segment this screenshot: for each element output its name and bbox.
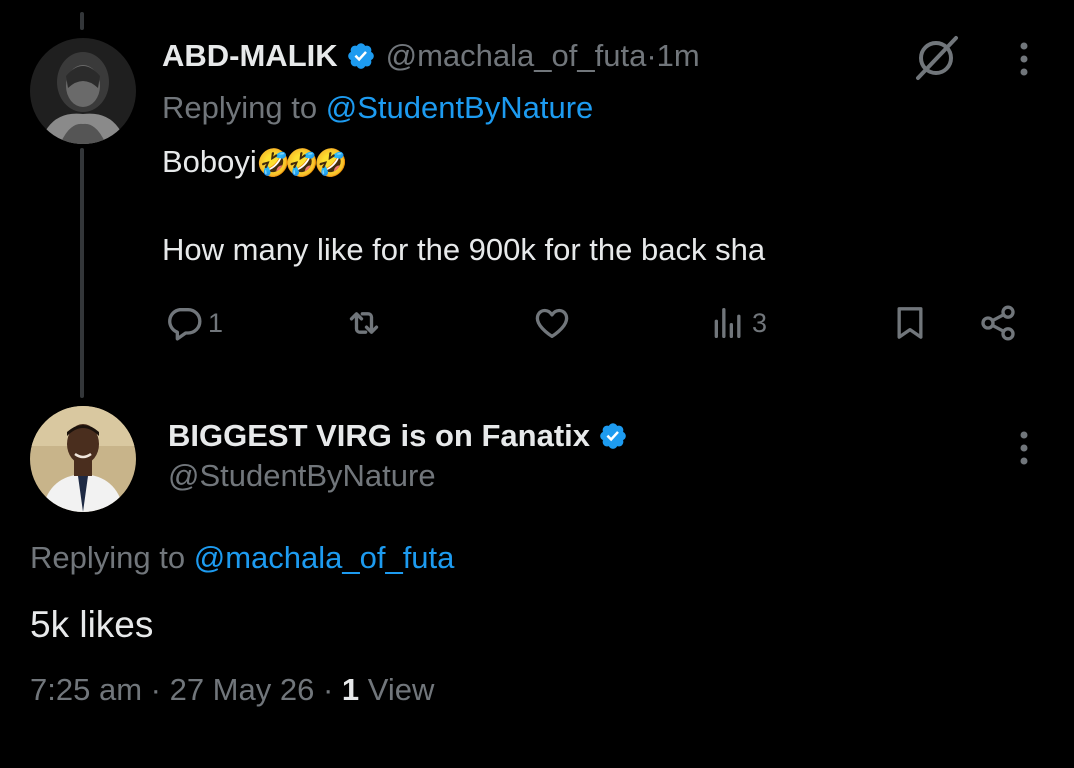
more-options-icon[interactable] <box>1018 430 1030 466</box>
emoji-laughing: 🤣🤣🤣 <box>256 148 348 178</box>
avatar[interactable] <box>30 38 136 144</box>
replying-to-label: Replying to <box>162 90 326 125</box>
replying-to-label: Replying to <box>30 540 194 575</box>
share-icon <box>978 303 1018 343</box>
replying-to: Replying to @StudentByNature <box>162 90 593 126</box>
views-count: 3 <box>752 307 768 338</box>
author-handle[interactable]: @StudentByNature <box>168 458 436 494</box>
tweet-text-line: Boboyi🤣🤣🤣 <box>162 144 348 180</box>
verified-badge-icon <box>346 41 376 71</box>
reply-button[interactable]: 1 <box>164 300 223 346</box>
tweet-text: Boboyi <box>162 144 257 179</box>
tweet-action-bar: 1 3 <box>162 300 1042 346</box>
reply-count: 1 <box>208 307 224 338</box>
grok-icon[interactable] <box>910 34 962 82</box>
views-icon <box>708 303 748 343</box>
tweet-thread: ABD-MALIK @machala_of_futa · 1m Replying… <box>0 0 1074 768</box>
retweet-button[interactable] <box>344 300 388 346</box>
bookmark-icon <box>890 303 930 343</box>
views-count: 1 <box>341 672 360 707</box>
replying-to-handle[interactable]: @StudentByNature <box>326 90 594 125</box>
replying-to: Replying to @machala_of_futa <box>30 540 454 576</box>
bookmark-button[interactable] <box>890 300 930 346</box>
verified-badge-icon <box>598 421 628 451</box>
author-handle[interactable]: @machala_of_futa <box>386 38 647 74</box>
tweet-date[interactable]: 27 May 26 <box>170 672 315 707</box>
reply-tweet-header: ABD-MALIK @machala_of_futa · 1m <box>162 36 700 76</box>
like-button[interactable] <box>532 300 576 346</box>
avatar[interactable] <box>30 406 136 512</box>
replying-to-handle[interactable]: @machala_of_futa <box>194 540 455 575</box>
tweet-meta: 7:25 am · 27 May 26 · 1 View <box>30 672 434 708</box>
share-button[interactable] <box>978 300 1018 346</box>
tweet-time[interactable]: 7:25 am <box>30 672 142 707</box>
retweet-icon <box>344 303 384 343</box>
separator: · <box>314 672 342 707</box>
timestamp[interactable]: 1m <box>657 38 700 74</box>
views-button[interactable]: 3 <box>708 300 767 346</box>
main-tweet-header: BIGGEST VIRG is on Fanatix <box>168 416 638 456</box>
author-name[interactable]: ABD-MALIK <box>162 38 338 74</box>
views-label: View <box>359 672 435 707</box>
separator: · <box>142 672 170 707</box>
tweet-text: 5k likes <box>30 604 154 645</box>
tweet-text-line: How many like for the 900k for the back … <box>162 232 766 267</box>
separator: · <box>646 38 657 73</box>
thread-connector <box>80 148 84 398</box>
more-options-icon[interactable] <box>1018 41 1030 77</box>
author-name[interactable]: BIGGEST VIRG is on Fanatix <box>168 418 590 454</box>
thread-connector-top <box>80 12 84 30</box>
heart-icon <box>532 303 572 343</box>
reply-icon <box>164 303 204 343</box>
